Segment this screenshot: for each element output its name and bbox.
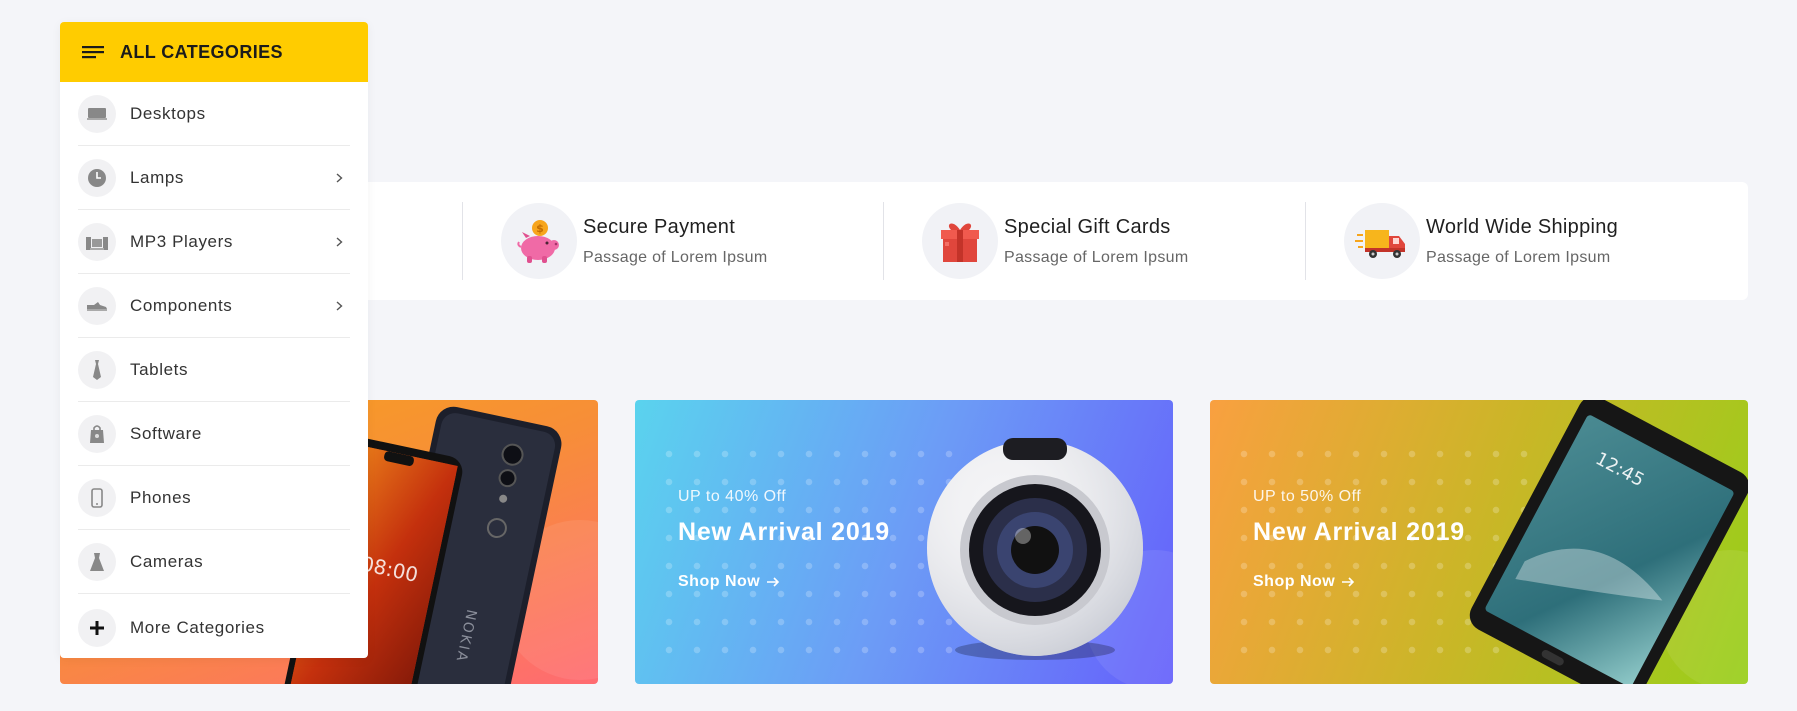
bag-icon: [78, 414, 116, 453]
category-item-desktops[interactable]: Desktops: [78, 82, 350, 146]
category-item-lamps[interactable]: Lamps: [78, 146, 350, 210]
banner-headline: New Arrival 2019: [1253, 518, 1465, 546]
banner-promo: UP to 50% Off: [1253, 488, 1362, 505]
banner-tablet[interactable]: 12:45 UP to 50% Off New Arrival 2019 Sho…: [1210, 400, 1748, 684]
feature-gift-cards: Special Gift Cards Passage of Lorem Ipsu…: [922, 200, 1188, 282]
dress-icon: [78, 542, 116, 581]
feature-secure-payment: $ Secure Payment Passage of Lorem Ipsum: [501, 200, 767, 282]
banner-text: UP to 50% Off New Arrival 2019 Shop Now: [1253, 488, 1465, 591]
arrow-right-icon: [1342, 577, 1355, 587]
piggy-bank-icon: $: [501, 203, 577, 279]
shop-now-link[interactable]: Shop Now: [678, 573, 780, 591]
chevron-right-icon: [334, 172, 344, 183]
feature-divider: [462, 202, 463, 280]
shop-now-link[interactable]: Shop Now: [1253, 573, 1355, 591]
chevron-right-icon: [334, 236, 344, 247]
category-list: Desktops Lamps MP3 Players Components Ta…: [60, 82, 368, 658]
more-categories-button[interactable]: More Categories: [78, 594, 350, 658]
category-label: Software: [130, 423, 202, 443]
category-item-mp3-players[interactable]: MP3 Players: [78, 210, 350, 274]
banner-camera[interactable]: UP to 40% Off New Arrival 2019 Shop Now: [635, 400, 1173, 684]
more-categories-label: More Categories: [130, 618, 265, 637]
banner-promo: UP to 40% Off: [678, 488, 787, 505]
banner-text: UP to 40% Off New Arrival 2019 Shop Now: [678, 488, 890, 591]
shoe-icon: [78, 286, 116, 325]
truck-icon: [1344, 203, 1420, 279]
feature-title: Special Gift Cards: [1004, 215, 1171, 238]
category-menu: ALL CATEGORIES Desktops Lamps MP3 Player…: [60, 22, 368, 658]
category-label: Lamps: [130, 167, 185, 187]
feature-shipping: World Wide Shipping Passage of Lorem Ips…: [1344, 200, 1618, 282]
category-item-cameras[interactable]: Cameras: [78, 530, 350, 594]
feature-subtitle: Passage of Lorem Ipsum: [583, 248, 768, 266]
arrow-right-icon: [767, 577, 780, 587]
feature-subtitle: Passage of Lorem Ipsum: [1004, 248, 1189, 266]
category-item-software[interactable]: Software: [78, 402, 350, 466]
all-categories-title: ALL CATEGORIES: [120, 41, 283, 62]
desktop-icon: [78, 94, 116, 133]
category-label: Phones: [130, 487, 192, 507]
category-label: Cameras: [130, 551, 204, 571]
feature-title: World Wide Shipping: [1426, 215, 1619, 238]
category-label: Components: [130, 295, 233, 315]
category-item-phones[interactable]: Phones: [78, 466, 350, 530]
category-label: Desktops: [130, 103, 206, 123]
feature-divider: [1305, 202, 1306, 280]
hamburger-icon: [82, 46, 104, 59]
all-categories-toggle[interactable]: ALL CATEGORIES: [60, 22, 368, 82]
banner-headline: New Arrival 2019: [678, 518, 890, 546]
plus-icon: [78, 609, 116, 647]
feature-divider: [883, 202, 884, 280]
feature-subtitle: Passage of Lorem Ipsum: [1426, 248, 1611, 266]
category-label: MP3 Players: [130, 231, 233, 251]
shop-now-label: Shop Now: [1253, 573, 1336, 590]
clock-icon: [78, 158, 116, 197]
feature-title: Secure Payment: [583, 215, 736, 238]
svg-text:$: $: [536, 222, 544, 235]
speaker-icon: [78, 222, 116, 261]
chevron-right-icon: [334, 300, 344, 311]
category-item-tablets[interactable]: Tablets: [78, 338, 350, 402]
gift-icon: [922, 203, 998, 279]
shop-now-label: Shop Now: [678, 573, 761, 590]
category-label: Tablets: [130, 359, 189, 379]
phone-icon: [78, 478, 116, 517]
tie-icon: [78, 350, 116, 389]
category-item-components[interactable]: Components: [78, 274, 350, 338]
